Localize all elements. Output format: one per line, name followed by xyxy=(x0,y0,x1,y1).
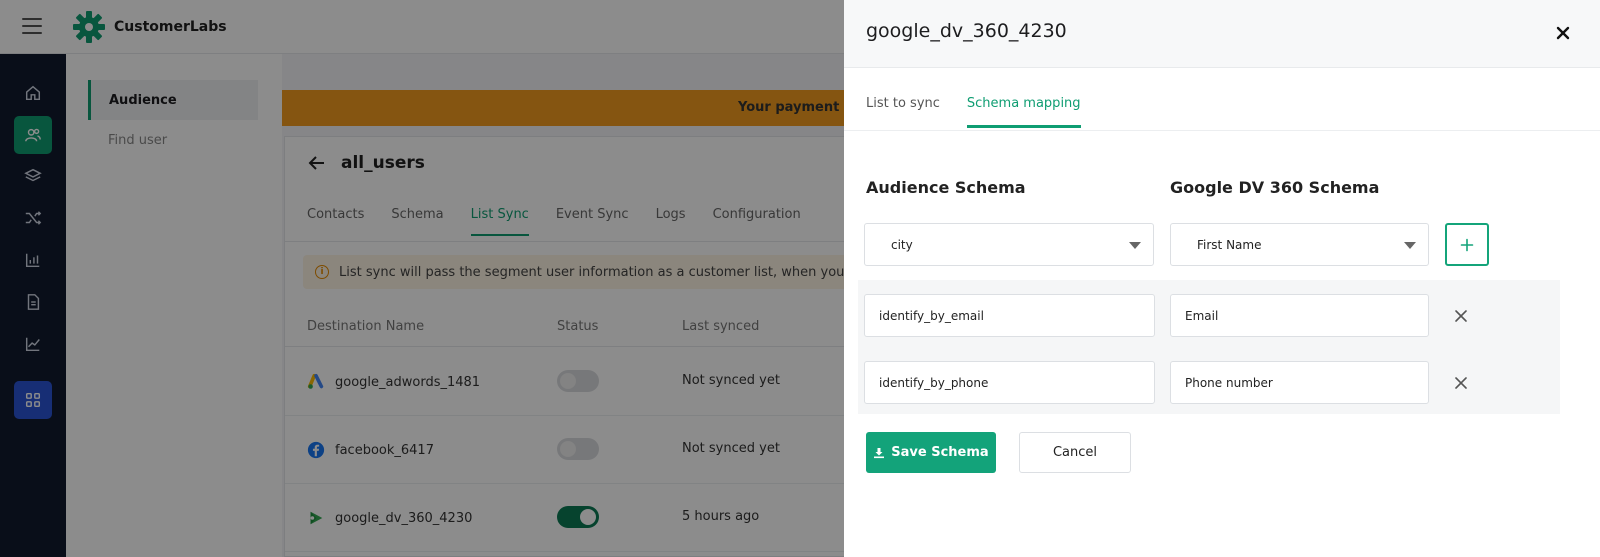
tab-list-to-sync[interactable]: List to sync xyxy=(866,96,940,128)
close-icon xyxy=(1455,310,1467,322)
save-schema-label: Save Schema xyxy=(891,445,989,460)
audience-schema-select[interactable]: city xyxy=(864,223,1154,266)
close-icon xyxy=(1455,377,1467,389)
modal-backdrop[interactable] xyxy=(0,0,844,557)
tab-schema-mapping[interactable]: Schema mapping xyxy=(966,96,1081,128)
mapping-audience-field: identify_by_email xyxy=(864,294,1155,337)
mapping-google-field: Email xyxy=(1170,294,1429,337)
google-schema-heading: Google DV 360 Schema xyxy=(1170,178,1380,197)
audience-schema-selected: city xyxy=(891,237,913,252)
download-icon xyxy=(874,447,885,458)
schema-drawer: google_dv_360_4230 List to sync Schema m… xyxy=(844,0,1600,557)
save-schema-button[interactable]: Save Schema xyxy=(866,432,996,473)
plus-icon xyxy=(1460,238,1474,251)
cancel-button[interactable]: Cancel xyxy=(1019,432,1131,473)
drawer-tab-divider xyxy=(844,130,1600,131)
drawer-tabs: List to sync Schema mapping xyxy=(866,96,1081,128)
mapping-audience-field: identify_by_phone xyxy=(864,361,1155,404)
chevron-down-icon xyxy=(1129,242,1141,249)
chevron-down-icon xyxy=(1404,242,1416,249)
remove-mapping-button[interactable] xyxy=(1452,307,1470,325)
mapping-google-field: Phone number xyxy=(1170,361,1429,404)
close-button[interactable] xyxy=(1554,24,1572,42)
google-schema-select[interactable]: First Name xyxy=(1170,223,1429,266)
mapping-list: identify_by_email Email identify_by_phon… xyxy=(858,280,1560,414)
drawer-header: google_dv_360_4230 xyxy=(844,0,1600,68)
google-schema-selected: First Name xyxy=(1197,237,1262,252)
drawer-title: google_dv_360_4230 xyxy=(866,20,1067,42)
remove-mapping-button[interactable] xyxy=(1452,374,1470,392)
add-mapping-button[interactable] xyxy=(1445,223,1489,266)
close-icon xyxy=(1556,26,1570,40)
audience-schema-heading: Audience Schema xyxy=(866,178,1026,197)
